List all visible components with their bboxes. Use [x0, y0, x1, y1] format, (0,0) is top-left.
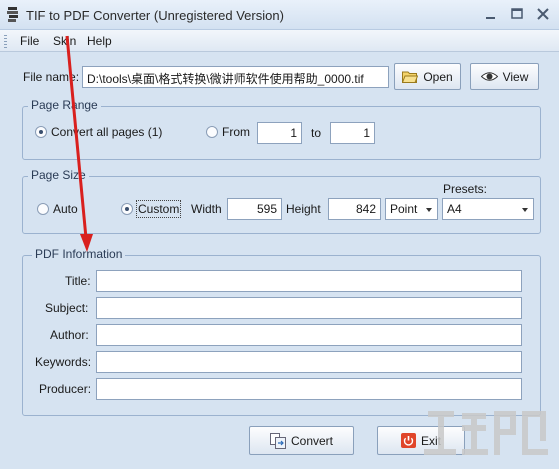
annotation-arrow — [65, 35, 93, 252]
watermark-logo — [424, 411, 548, 455]
